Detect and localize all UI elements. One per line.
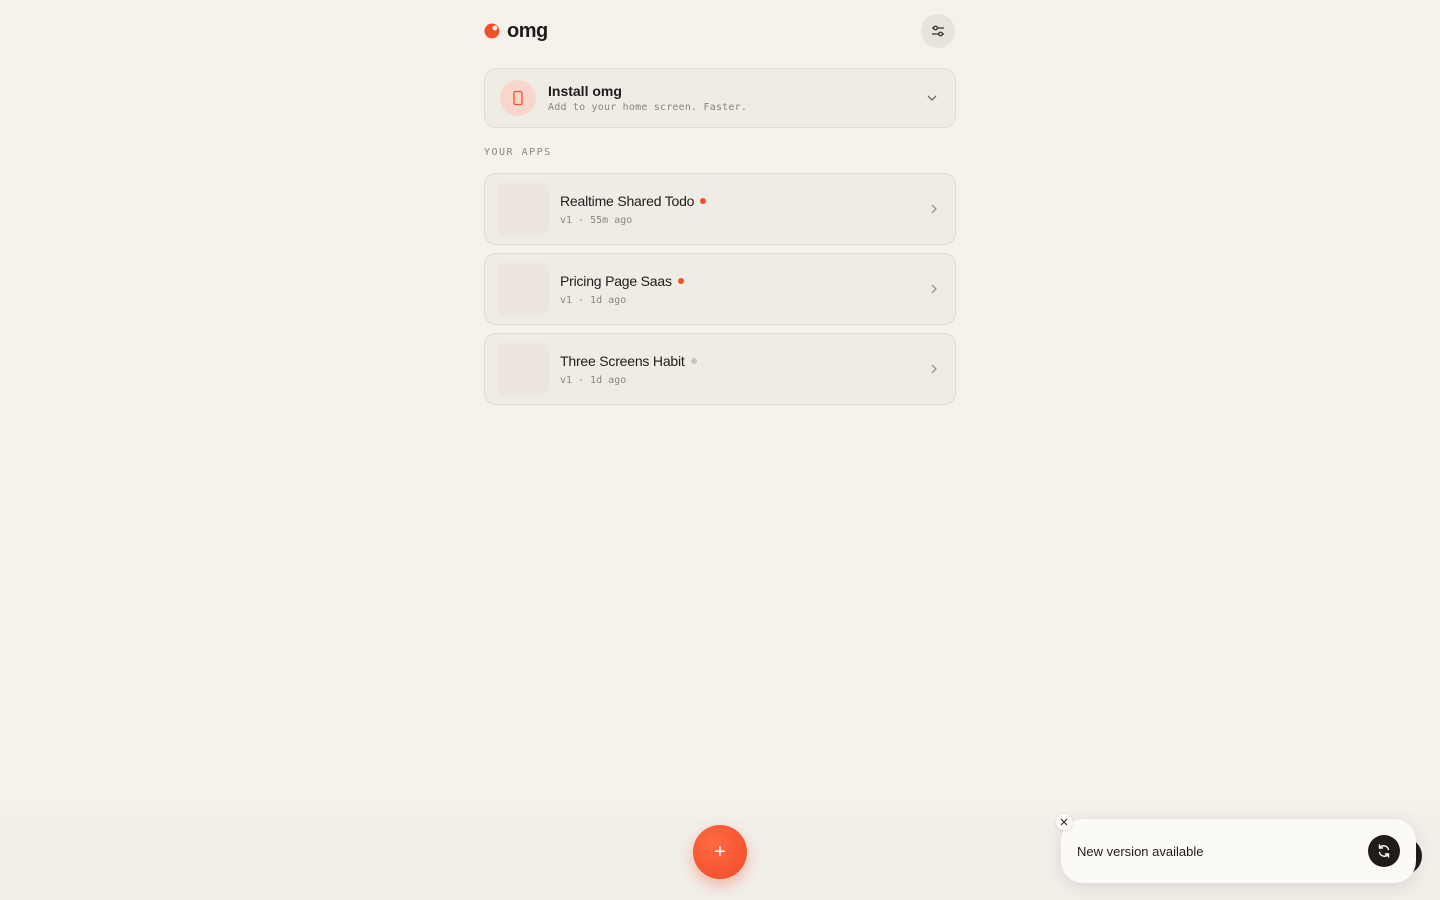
status-dot: [677, 277, 684, 284]
settings-button[interactable]: [921, 14, 955, 48]
chevron-right-icon: [931, 284, 937, 294]
brand-name: omg: [507, 19, 548, 42]
brand[interactable]: omg: [484, 20, 548, 43]
app-title-row: Three Screens Habit: [560, 353, 927, 369]
toast-message: New version available: [1077, 843, 1204, 859]
app-list: Realtime Shared Todo v1 · 55m ago Pricin…: [484, 173, 956, 405]
install-text: Install omg Add to your home screen. Fas…: [548, 83, 925, 113]
status-dot: [700, 197, 707, 204]
section-label-your-apps: YOUR APPS: [484, 147, 552, 158]
app-meta: v1 · 1d ago: [560, 294, 627, 306]
app-meta: v1 · 55m ago: [560, 214, 633, 226]
install-banner[interactable]: Install omg Add to your home screen. Fas…: [484, 68, 956, 128]
app-title: Three Screens Habit: [560, 352, 685, 369]
refresh-icon: [1378, 844, 1390, 858]
app-info: Three Screens Habit v1 · 1d ago: [560, 353, 927, 386]
update-toast: New version available: [1061, 819, 1416, 883]
status-dot: [690, 357, 697, 364]
phone-icon: [513, 90, 523, 106]
app-title: Pricing Page Saas: [560, 272, 672, 289]
app-title-row: Realtime Shared Todo: [560, 193, 927, 209]
app-title-row: Pricing Page Saas: [560, 273, 927, 289]
chevron-down-icon[interactable]: [925, 91, 939, 105]
sliders-icon: [932, 25, 944, 37]
app-card[interactable]: Three Screens Habit v1 · 1d ago: [484, 333, 956, 405]
toast-close-button[interactable]: [1056, 814, 1072, 830]
chevron-right-icon: [931, 204, 937, 214]
create-app-button[interactable]: +: [693, 825, 747, 879]
install-subtitle: Add to your home screen. Faster.: [548, 102, 748, 113]
refresh-button[interactable]: [1368, 835, 1400, 867]
app-thumbnail: [497, 183, 549, 235]
app-title: Realtime Shared Todo: [560, 192, 695, 209]
logo-icon: [484, 23, 500, 39]
app-meta: v1 · 1d ago: [560, 374, 627, 386]
main-container: omg Install omg Add to your home screen.…: [484, 0, 956, 413]
app-info: Pricing Page Saas v1 · 1d ago: [560, 273, 927, 306]
close-icon: [1060, 818, 1068, 826]
header: omg: [484, 0, 956, 62]
chevron-right-icon: [931, 364, 937, 374]
install-title: Install omg: [548, 83, 622, 99]
app-info: Realtime Shared Todo v1 · 55m ago: [560, 193, 927, 226]
app-card[interactable]: Realtime Shared Todo v1 · 55m ago: [484, 173, 956, 245]
install-icon-badge: [500, 80, 536, 116]
app-thumbnail: [497, 263, 549, 315]
app-card[interactable]: Pricing Page Saas v1 · 1d ago: [484, 253, 956, 325]
app-thumbnail: [497, 343, 549, 395]
